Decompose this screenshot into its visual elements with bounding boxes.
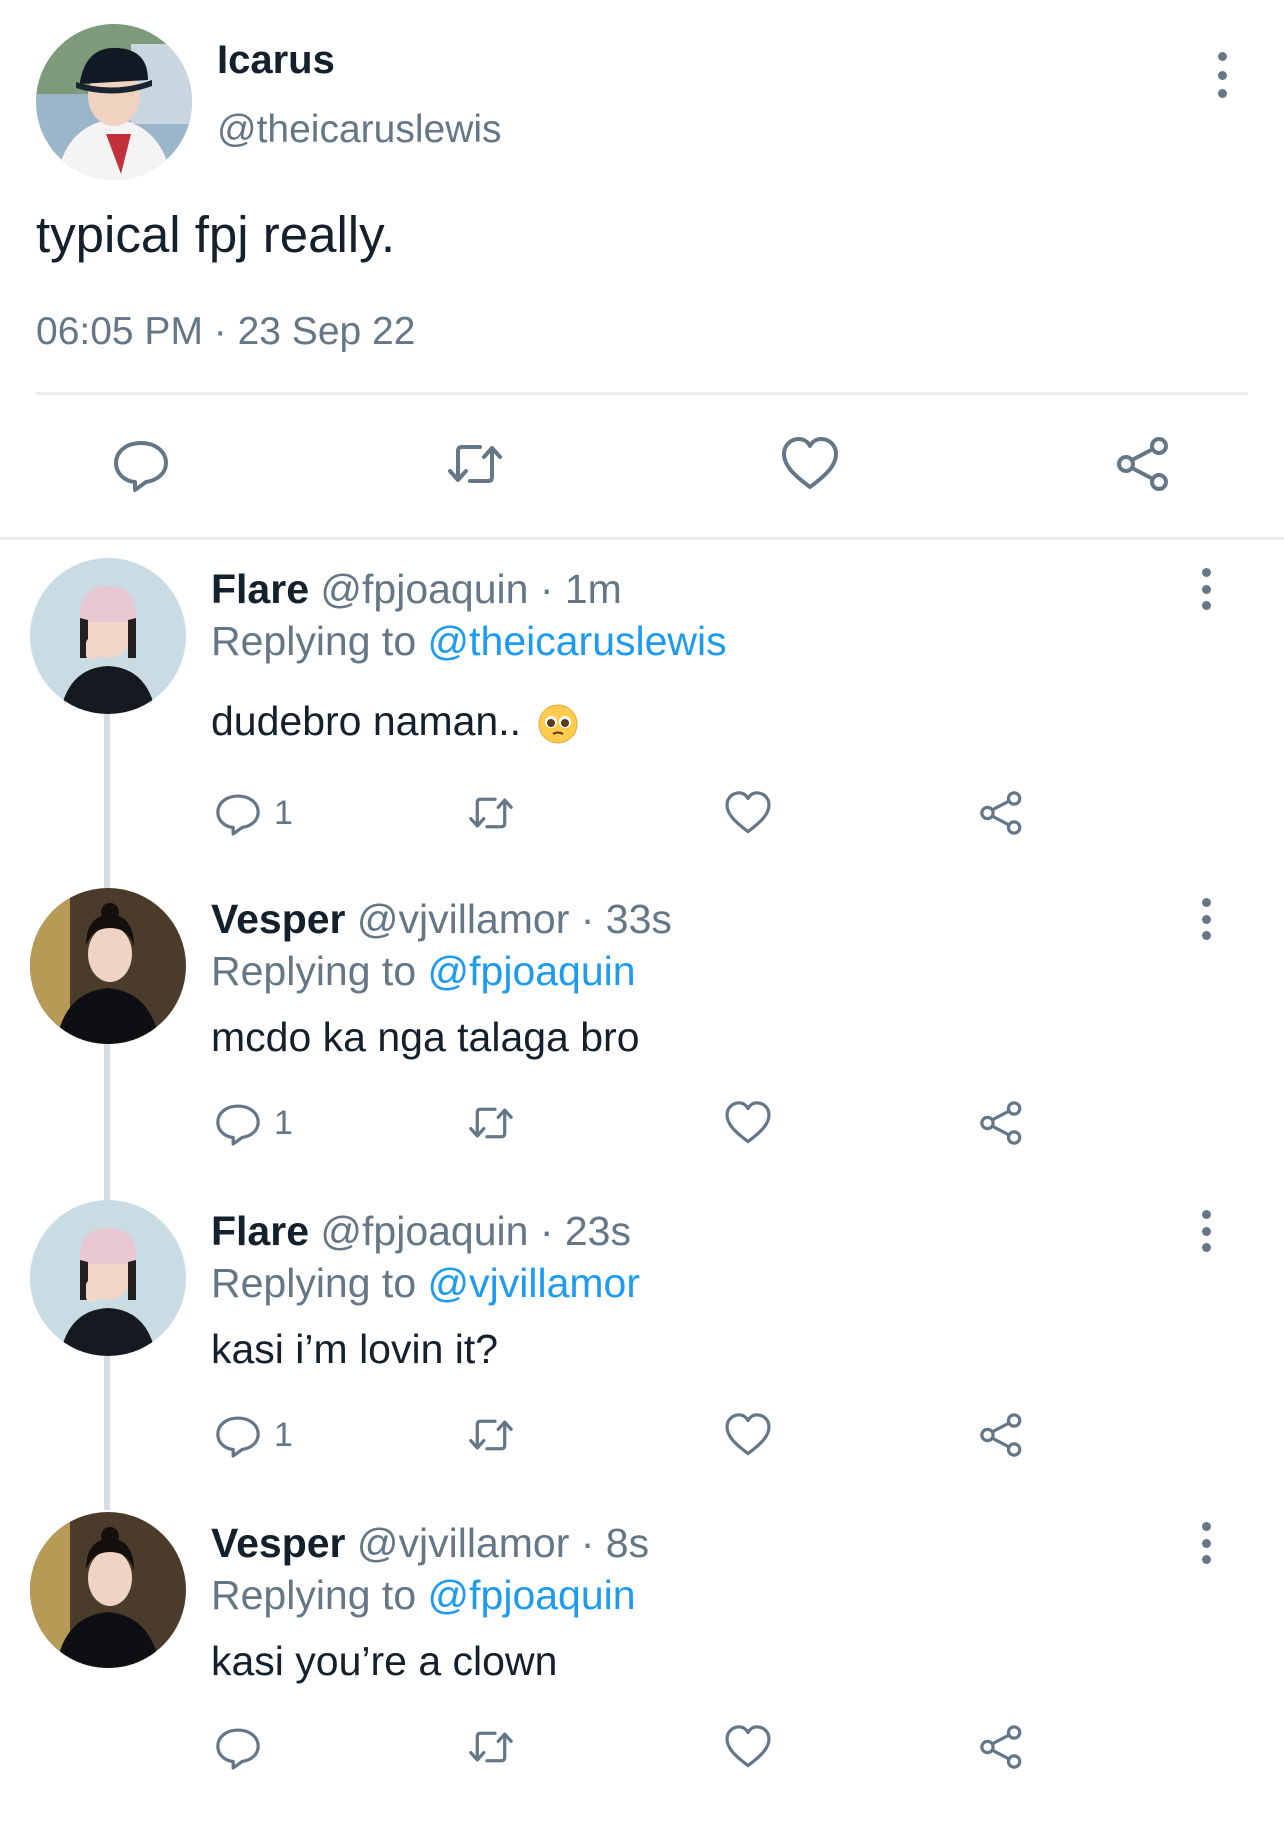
author-name[interactable]: Icarus bbox=[217, 38, 335, 83]
reply-tweet[interactable]: Flare @fpjoaquin · 23s Replying to @vjvi… bbox=[0, 1200, 1284, 1512]
tweet-timestamp: 06:05 PM · 23 Sep 22 bbox=[36, 310, 416, 353]
reply-count: 1 bbox=[274, 1104, 293, 1142]
replying-prefix: Replying to bbox=[211, 1260, 417, 1306]
divider bbox=[36, 392, 1248, 395]
like-icon[interactable] bbox=[723, 1098, 773, 1148]
author-meta: @fpjoaquin · 1m bbox=[320, 566, 622, 612]
reply-count: 1 bbox=[274, 794, 293, 832]
retweet-icon[interactable] bbox=[444, 433, 506, 495]
reply-header: Flare @fpjoaquin · 1m bbox=[211, 566, 622, 613]
share-icon[interactable] bbox=[977, 1410, 1027, 1460]
main-tweet: Icarus @theicaruslewis typical fpj reall… bbox=[0, 0, 1284, 540]
more-options-icon[interactable] bbox=[1210, 52, 1234, 98]
author-name[interactable]: Vesper bbox=[211, 1520, 346, 1566]
mention-link[interactable]: @vjvillamor bbox=[428, 1260, 640, 1306]
author-name[interactable]: Vesper bbox=[211, 896, 346, 942]
reply-count: 1 bbox=[274, 1416, 293, 1454]
mention-link[interactable]: @fpjoaquin bbox=[428, 948, 636, 994]
like-icon[interactable] bbox=[723, 1410, 773, 1460]
reply-tweet[interactable]: Vesper @vjvillamor · 33s Replying to @fp… bbox=[0, 888, 1284, 1200]
avatar[interactable] bbox=[30, 888, 186, 1044]
reply-header: Vesper @vjvillamor · 33s bbox=[211, 896, 672, 943]
replying-prefix: Replying to bbox=[211, 948, 417, 994]
more-options-icon[interactable] bbox=[1194, 1522, 1218, 1564]
replying-to: Replying to @fpjoaquin bbox=[211, 1572, 636, 1619]
retweet-icon[interactable] bbox=[466, 1098, 516, 1148]
reply-tweet[interactable]: Vesper @vjvillamor · 8s Replying to @fpj… bbox=[0, 1512, 1284, 1824]
author-meta: @vjvillamor · 8s bbox=[356, 1520, 650, 1566]
like-icon[interactable] bbox=[723, 788, 773, 838]
replying-to: Replying to @vjvillamor bbox=[211, 1260, 640, 1307]
share-icon[interactable] bbox=[977, 788, 1027, 838]
author-name[interactable]: Flare bbox=[211, 566, 309, 612]
reply-text: mcdo ka nga talaga bro bbox=[211, 1014, 640, 1060]
author-meta: @vjvillamor · 33s bbox=[356, 896, 672, 942]
author-meta: @fpjoaquin · 23s bbox=[320, 1208, 631, 1254]
author-name[interactable]: Flare bbox=[211, 1208, 309, 1254]
reply-icon[interactable] bbox=[213, 1410, 263, 1460]
retweet-icon[interactable] bbox=[466, 1722, 516, 1772]
replying-prefix: Replying to bbox=[211, 618, 417, 664]
reply-icon[interactable] bbox=[110, 433, 172, 495]
avatar[interactable] bbox=[36, 24, 192, 180]
reply-text: kasi i’m lovin it? bbox=[211, 1326, 499, 1372]
pleading-face-emoji bbox=[538, 704, 578, 744]
replying-prefix: Replying to bbox=[211, 1572, 417, 1618]
replying-to: Replying to @theicaruslewis bbox=[211, 618, 727, 665]
like-icon[interactable] bbox=[723, 1722, 773, 1772]
reply-text-content: dudebro naman.. bbox=[211, 698, 522, 744]
author-handle[interactable]: @theicaruslewis bbox=[217, 108, 502, 152]
share-icon[interactable] bbox=[977, 1098, 1027, 1148]
more-options-icon[interactable] bbox=[1194, 898, 1218, 940]
retweet-icon[interactable] bbox=[466, 1410, 516, 1460]
mention-link[interactable]: @fpjoaquin bbox=[428, 1572, 636, 1618]
share-icon[interactable] bbox=[977, 1722, 1027, 1772]
avatar[interactable] bbox=[30, 1512, 186, 1668]
reply-icon[interactable] bbox=[213, 1098, 263, 1148]
reply-icon[interactable] bbox=[213, 1722, 263, 1772]
replying-to: Replying to @fpjoaquin bbox=[211, 948, 636, 995]
avatar[interactable] bbox=[30, 1200, 186, 1356]
avatar[interactable] bbox=[30, 558, 186, 714]
reply-header: Vesper @vjvillamor · 8s bbox=[211, 1520, 649, 1567]
more-options-icon[interactable] bbox=[1194, 568, 1218, 610]
reply-header: Flare @fpjoaquin · 23s bbox=[211, 1208, 631, 1255]
divider bbox=[0, 537, 1284, 540]
tweet-text: typical fpj really. bbox=[36, 206, 396, 263]
reply-text: dudebro naman.. bbox=[211, 698, 578, 745]
reply-tweet[interactable]: Flare @fpjoaquin · 1m Replying to @theic… bbox=[0, 558, 1284, 870]
more-options-icon[interactable] bbox=[1194, 1210, 1218, 1252]
share-icon[interactable] bbox=[1113, 433, 1175, 495]
retweet-icon[interactable] bbox=[466, 788, 516, 838]
mention-link[interactable]: @theicaruslewis bbox=[428, 618, 727, 664]
like-icon[interactable] bbox=[779, 433, 841, 495]
reply-icon[interactable] bbox=[213, 788, 263, 838]
reply-text: kasi you’re a clown bbox=[211, 1638, 558, 1684]
